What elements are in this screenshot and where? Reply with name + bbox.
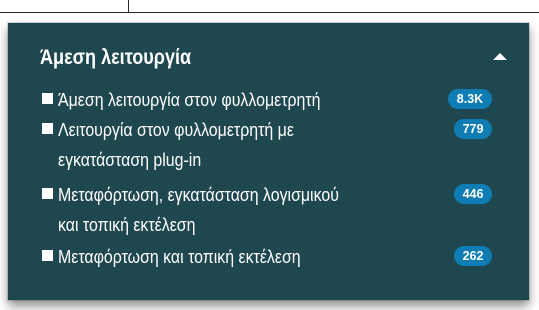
count-badge: 262 — [454, 246, 492, 266]
filter-panel: Άμεση λειτουργία Άμεση λειτουργία στον φ… — [8, 23, 529, 300]
filter-label: Μεταφόρτωση, εγκατάσταση λογισμικού και … — [58, 184, 339, 235]
count-badge: 446 — [454, 184, 492, 204]
filter-label: Άμεση λειτουργία στον φυλλομετρητή — [58, 89, 321, 110]
checkbox[interactable] — [42, 250, 53, 261]
divider — [128, 0, 129, 12]
filter-label: Λειτουργία στον φυλλομετρητή με εγκατάστ… — [58, 119, 294, 170]
count-badge: 779 — [454, 119, 492, 139]
count-badge: 8.3K — [448, 89, 492, 109]
panel-title: Άμεση λειτουργία — [40, 46, 192, 69]
filter-label: Μεταφόρτωση και τοπική εκτέλεση — [58, 246, 301, 267]
checkbox[interactable] — [42, 188, 53, 199]
caret-up-icon[interactable] — [490, 46, 510, 66]
top-border — [0, 0, 539, 13]
checkbox[interactable] — [42, 93, 53, 104]
checkbox[interactable] — [42, 123, 53, 134]
panel-header[interactable]: Άμεση λειτουργία — [26, 38, 515, 74]
